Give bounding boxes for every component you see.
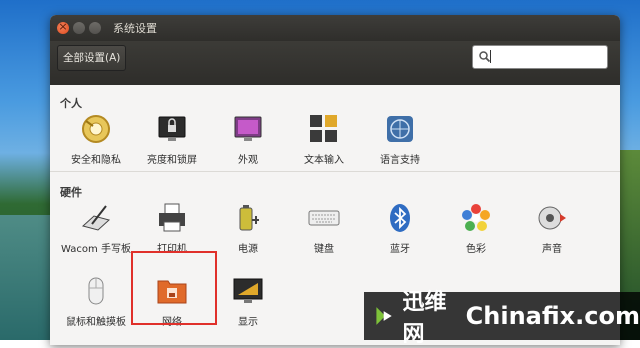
- item-label: Wacom 手写板: [61, 244, 131, 255]
- search-input[interactable]: [472, 45, 608, 69]
- item-label: 文本输入: [304, 155, 344, 166]
- text-caret: [490, 50, 491, 63]
- title-bar: 系统设置: [50, 15, 620, 41]
- item-label: 外观: [238, 155, 258, 166]
- watermark-brand: 迅维网: [402, 290, 447, 347]
- sound-icon: [538, 206, 566, 230]
- item-label: 声音: [542, 244, 562, 255]
- item-brightness-lock[interactable]: 亮度和锁屏: [136, 113, 208, 168]
- item-label: 蓝牙: [390, 244, 410, 255]
- network-highlight-box: [131, 251, 217, 325]
- section-title-personal: 个人: [60, 97, 82, 110]
- section-title-hardware: 硬件: [60, 186, 82, 199]
- item-label: 显示: [238, 317, 258, 328]
- item-label: 键盘: [314, 244, 334, 255]
- item-appearance[interactable]: 外观: [212, 113, 284, 168]
- watermark: 迅维网 Chinafix.com: [364, 290, 640, 347]
- wacom-tablet-icon: [81, 205, 111, 231]
- bluetooth-icon: [390, 204, 410, 232]
- item-text-entry[interactable]: 文本输入: [288, 113, 360, 168]
- watermark-site: Chinafix.com: [465, 302, 640, 330]
- item-wacom-tablet[interactable]: Wacom 手写板: [60, 202, 132, 257]
- item-mouse-touchpad[interactable]: 鼠标和触摸板: [60, 275, 132, 330]
- window-title: 系统设置: [113, 22, 157, 35]
- security-privacy-icon: [82, 115, 110, 143]
- item-color[interactable]: 色彩: [440, 202, 512, 257]
- item-label: 安全和隐私: [71, 155, 121, 166]
- mouse-icon: [88, 277, 104, 305]
- printer-icon: [159, 203, 185, 232]
- close-icon[interactable]: [57, 19, 69, 35]
- item-language-support[interactable]: 语言支持: [364, 113, 436, 168]
- lock-screen-icon: [158, 116, 186, 141]
- display-icon: [233, 278, 263, 303]
- item-sound[interactable]: 声音: [516, 202, 588, 257]
- item-power[interactable]: 电源: [212, 202, 284, 257]
- item-printer[interactable]: 打印机: [136, 202, 208, 257]
- color-icon: [462, 204, 490, 231]
- item-bluetooth[interactable]: 蓝牙: [364, 202, 436, 257]
- maximize-icon[interactable]: [89, 22, 101, 34]
- item-keyboard[interactable]: 键盘: [288, 202, 360, 257]
- item-label: 色彩: [466, 244, 486, 255]
- watermark-logo-icon: [376, 307, 392, 325]
- minimize-icon[interactable]: [73, 22, 85, 34]
- power-icon: [239, 205, 259, 231]
- language-support-icon: [387, 116, 413, 142]
- item-label: 语言支持: [380, 155, 420, 166]
- appearance-icon: [234, 116, 262, 141]
- item-security-privacy[interactable]: 安全和隐私: [60, 113, 132, 168]
- all-settings-button[interactable]: 全部设置(A): [57, 45, 127, 71]
- toolbar: 全部设置(A): [50, 41, 620, 85]
- text-entry-icon: [310, 115, 337, 142]
- item-label: 电源: [238, 244, 258, 255]
- item-label: 亮度和锁屏: [147, 155, 197, 166]
- item-display[interactable]: 显示: [212, 275, 284, 330]
- keyboard-icon: [308, 210, 340, 226]
- section-divider: [50, 171, 620, 172]
- item-label: 鼠标和触摸板: [66, 317, 126, 328]
